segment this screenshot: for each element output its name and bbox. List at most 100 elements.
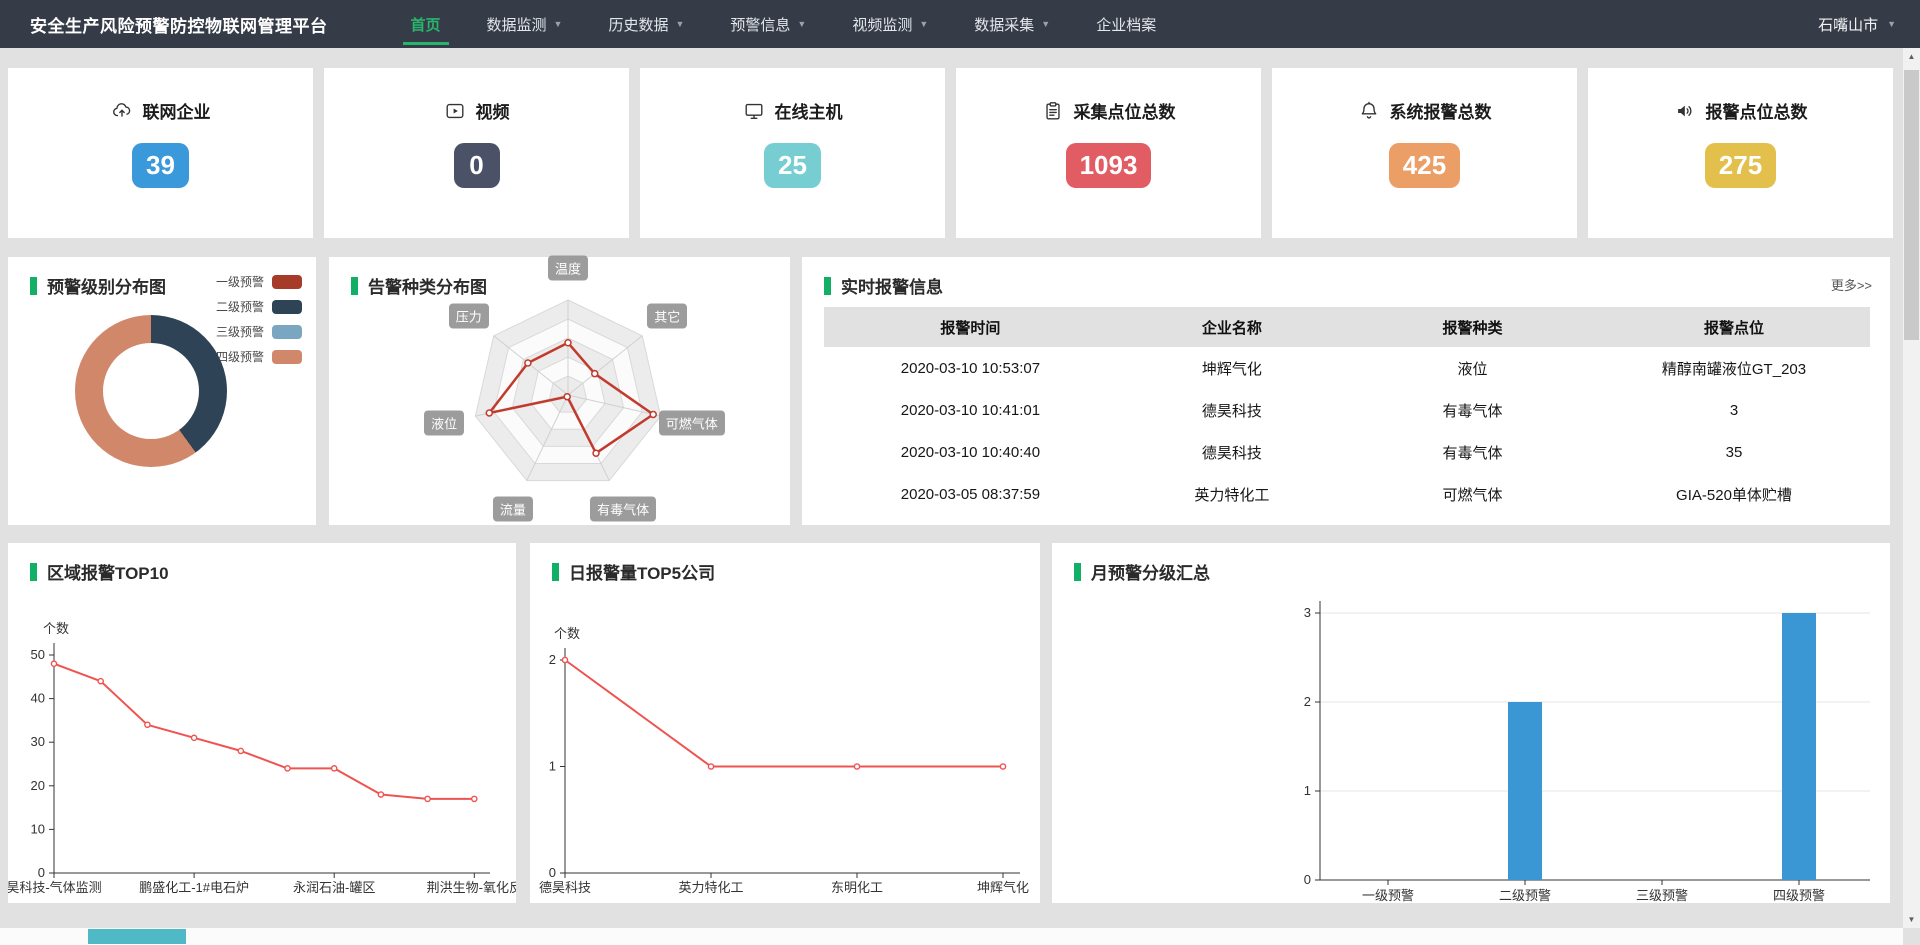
chevron-down-icon: ▼ — [1887, 19, 1896, 29]
nav-item-label: 首页 — [411, 14, 441, 35]
x-axis-label: 二级预警 — [1499, 888, 1551, 903]
nav-item-label: 企业档案 — [1096, 14, 1156, 35]
stat-card-label: 在线主机 — [775, 98, 843, 123]
y-tick-label: 1 — [549, 759, 556, 774]
legend-item-二级预警[interactable]: 二级预警 — [216, 298, 302, 315]
chevron-down-icon: ▼ — [554, 19, 563, 29]
radar-data-point — [486, 410, 492, 416]
table-body: 2020-03-10 10:53:07坤辉气化液位精醇南罐液位GT_203202… — [824, 347, 1870, 515]
region-label: 石嘴山市 — [1818, 14, 1878, 35]
stat-card-value-badge: 0 — [454, 143, 500, 188]
y-tick-label: 30 — [31, 734, 45, 749]
panel-realtime-alarms: 实时报警信息 更多>> 报警时间企业名称报警种类报警点位 2020-03-10 … — [802, 257, 1890, 525]
panel-daily-top5: 日报警量TOP5公司 012个数德昊科技英力特化工东明化工坤辉气化 — [530, 543, 1040, 903]
nav-menu: 首页 数据监测▼ 历史数据▼ 预警信息▼ 视频监测▼ 数据采集▼ 企业档案 — [388, 0, 1180, 48]
data-point — [378, 792, 383, 797]
data-point — [425, 796, 430, 801]
table-cell: 2020-03-10 10:41:01 — [824, 402, 1117, 419]
stat-card-系统报警总数: 系统报警总数425 — [1272, 68, 1577, 238]
x-axis-label: 东明化工 — [831, 880, 883, 895]
more-link[interactable]: 更多>> — [1831, 275, 1872, 294]
panel-title: 预警级别分布图 — [30, 273, 166, 298]
region-top10-line-chart: 01020304050个数昊科技-气体监测鹏盛化工-1#电石炉永润石油-罐区荆洪… — [8, 543, 516, 903]
nav-item-首页[interactable]: 首页 — [398, 0, 454, 48]
alarm-type-radar-chart — [329, 257, 790, 525]
table-cell: 可燃气体 — [1347, 484, 1598, 505]
panel-alarm-type-radar: 告警种类分布图 温度其它可燃气体有毒气体流量液位压力 — [329, 257, 790, 525]
table-cell: 2020-03-10 10:53:07 — [824, 360, 1117, 377]
table-header-cell: 报警种类 — [1347, 317, 1598, 338]
nav-item-历史数据[interactable]: 历史数据▼ — [595, 0, 697, 48]
legend-label: 四级预警 — [216, 348, 264, 365]
series-line — [54, 664, 474, 799]
x-axis-label: 永润石油-罐区 — [293, 880, 375, 895]
stat-card-采集点位总数: 采集点位总数1093 — [956, 68, 1261, 238]
top-nav: 安全生产风险预警防控物联网管理平台 首页数据监测▼历史数据▼预警信息▼视频监测▼… — [0, 0, 1920, 48]
nav-item-视频监测[interactable]: 视频监测▼ — [839, 0, 941, 48]
table-header-cell: 报警时间 — [824, 317, 1117, 338]
stat-card-联网企业: 联网企业39 — [8, 68, 313, 238]
nav-item-企业档案[interactable]: 企业档案 — [1083, 0, 1169, 48]
horizontal-scrollbar-thumb[interactable] — [88, 929, 186, 944]
radar-axis-label-流量: 流量 — [493, 497, 533, 522]
green-bar-icon — [30, 277, 37, 295]
legend-item-四级预警[interactable]: 四级预警 — [216, 348, 302, 365]
scroll-down-icon[interactable]: ▼ — [1903, 911, 1920, 928]
y-tick-label: 20 — [31, 778, 45, 793]
radar-data-point — [565, 340, 571, 346]
table-row: 2020-03-10 10:53:07坤辉气化液位精醇南罐液位GT_203 — [824, 347, 1870, 389]
table-cell: 英力特化工 — [1117, 484, 1347, 505]
radar-data-point — [564, 394, 570, 400]
chevron-down-icon: ▼ — [797, 19, 806, 29]
stat-card-label: 系统报警总数 — [1390, 98, 1492, 123]
region-selector[interactable]: 石嘴山市 ▼ — [1818, 14, 1896, 35]
table-cell: 有毒气体 — [1347, 442, 1598, 463]
radar-data-point — [593, 450, 599, 456]
table-cell: 有毒气体 — [1347, 400, 1598, 421]
legend-item-一级预警[interactable]: 一级预警 — [216, 273, 302, 290]
data-point — [285, 766, 290, 771]
radar-data-point — [592, 371, 598, 377]
horizontal-scrollbar[interactable] — [0, 928, 1903, 945]
table-cell: 2020-03-10 10:40:40 — [824, 444, 1117, 461]
x-axis-label: 荆洪生物-氧化反 — [427, 880, 516, 895]
table-cell: 35 — [1598, 444, 1870, 461]
legend-label: 一级预警 — [216, 273, 264, 290]
table-cell: GIA-520单体贮槽 — [1598, 484, 1870, 505]
stat-card-报警点位总数: 报警点位总数 275 — [1588, 68, 1893, 238]
table-cell: 精醇南罐液位GT_203 — [1598, 358, 1870, 379]
nav-item-预警信息[interactable]: 预警信息▼ — [717, 0, 819, 48]
vertical-scrollbar-thumb[interactable] — [1904, 70, 1919, 340]
monthly-summary-bar-chart: 0123一级预警二级预警三级预警四级预警 — [1052, 543, 1890, 903]
stat-card-在线主机: 在线主机 25 — [640, 68, 945, 238]
table-row: 2020-03-10 10:40:40德昊科技有毒气体35 — [824, 431, 1870, 473]
stat-card-head: 报警点位总数 — [1588, 98, 1893, 123]
stat-card-value-badge: 25 — [764, 143, 821, 188]
y-tick-label: 1 — [1304, 783, 1311, 798]
chevron-down-icon: ▼ — [675, 19, 684, 29]
stat-card-value-badge: 275 — [1705, 143, 1776, 188]
nav-item-数据采集[interactable]: 数据采集▼ — [961, 0, 1063, 48]
data-point — [562, 657, 567, 662]
data-point — [98, 679, 103, 684]
stat-card-head: 采集点位总数 — [956, 98, 1261, 123]
x-axis-label: 英力特化工 — [678, 880, 743, 895]
x-axis-label: 坤辉气化 — [977, 880, 1029, 895]
stat-card-head: 视频 — [324, 98, 629, 123]
scroll-up-icon[interactable]: ▲ — [1903, 48, 1920, 65]
radar-data-point — [525, 360, 531, 366]
legend-item-三级预警[interactable]: 三级预警 — [216, 323, 302, 340]
radar-axis-label-有毒气体: 有毒气体 — [590, 497, 656, 522]
pie-legend: 一级预警二级预警三级预警四级预警 — [216, 265, 302, 373]
vertical-scrollbar[interactable]: ▲ ▼ — [1903, 48, 1920, 928]
y-tick-label: 0 — [549, 865, 556, 880]
stat-card-label: 视频 — [476, 98, 510, 123]
data-point — [708, 764, 713, 769]
radar-axis-label-其它: 其它 — [647, 303, 687, 328]
video-icon — [444, 100, 466, 122]
radar-data-point — [650, 411, 656, 417]
y-tick-label: 3 — [1304, 605, 1311, 620]
nav-item-数据监测[interactable]: 数据监测▼ — [474, 0, 576, 48]
x-axis-label: 鹏盛化工-1#电石炉 — [139, 880, 249, 895]
panel-region-top10: 区域报警TOP10 01020304050个数昊科技-气体监测鹏盛化工-1#电石… — [8, 543, 516, 903]
